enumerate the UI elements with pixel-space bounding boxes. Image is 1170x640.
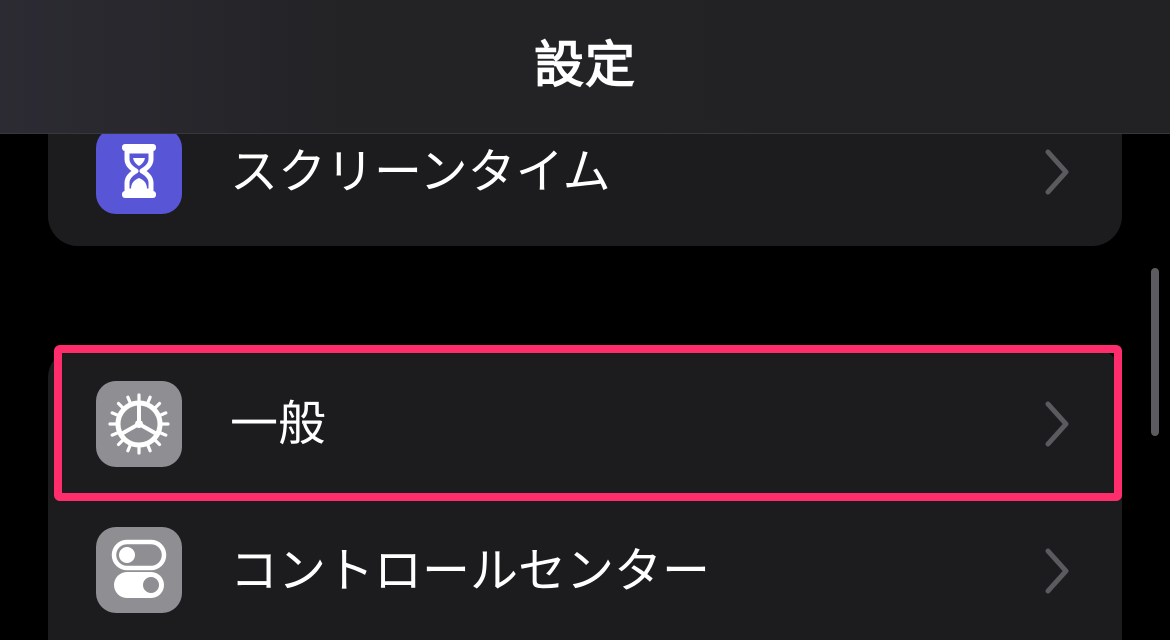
control-center-row[interactable]: コントロールセンター bbox=[48, 498, 1122, 640]
screen-time-label: スクリーンタイム bbox=[230, 144, 611, 200]
settings-group-general: 一般 コントロールセンター bbox=[48, 348, 1122, 640]
toggles-icon bbox=[96, 527, 182, 613]
chevron-right-icon bbox=[1036, 142, 1076, 202]
gear-icon bbox=[96, 381, 182, 467]
hourglass-icon bbox=[96, 128, 182, 214]
control-center-label: コントロールセンター bbox=[230, 543, 711, 599]
general-row[interactable]: 一般 bbox=[48, 348, 1122, 498]
chevron-right-icon bbox=[1036, 394, 1076, 454]
navigation-bar: 設定 bbox=[0, 0, 1170, 134]
settings-screen: スクリーンタイム 一般 コントロールセンター 設定 bbox=[0, 0, 1170, 640]
page-title: 設定 bbox=[534, 36, 636, 94]
scroll-indicator[interactable] bbox=[1151, 268, 1159, 436]
chevron-right-icon bbox=[1036, 541, 1076, 601]
general-label: 一般 bbox=[230, 396, 327, 452]
